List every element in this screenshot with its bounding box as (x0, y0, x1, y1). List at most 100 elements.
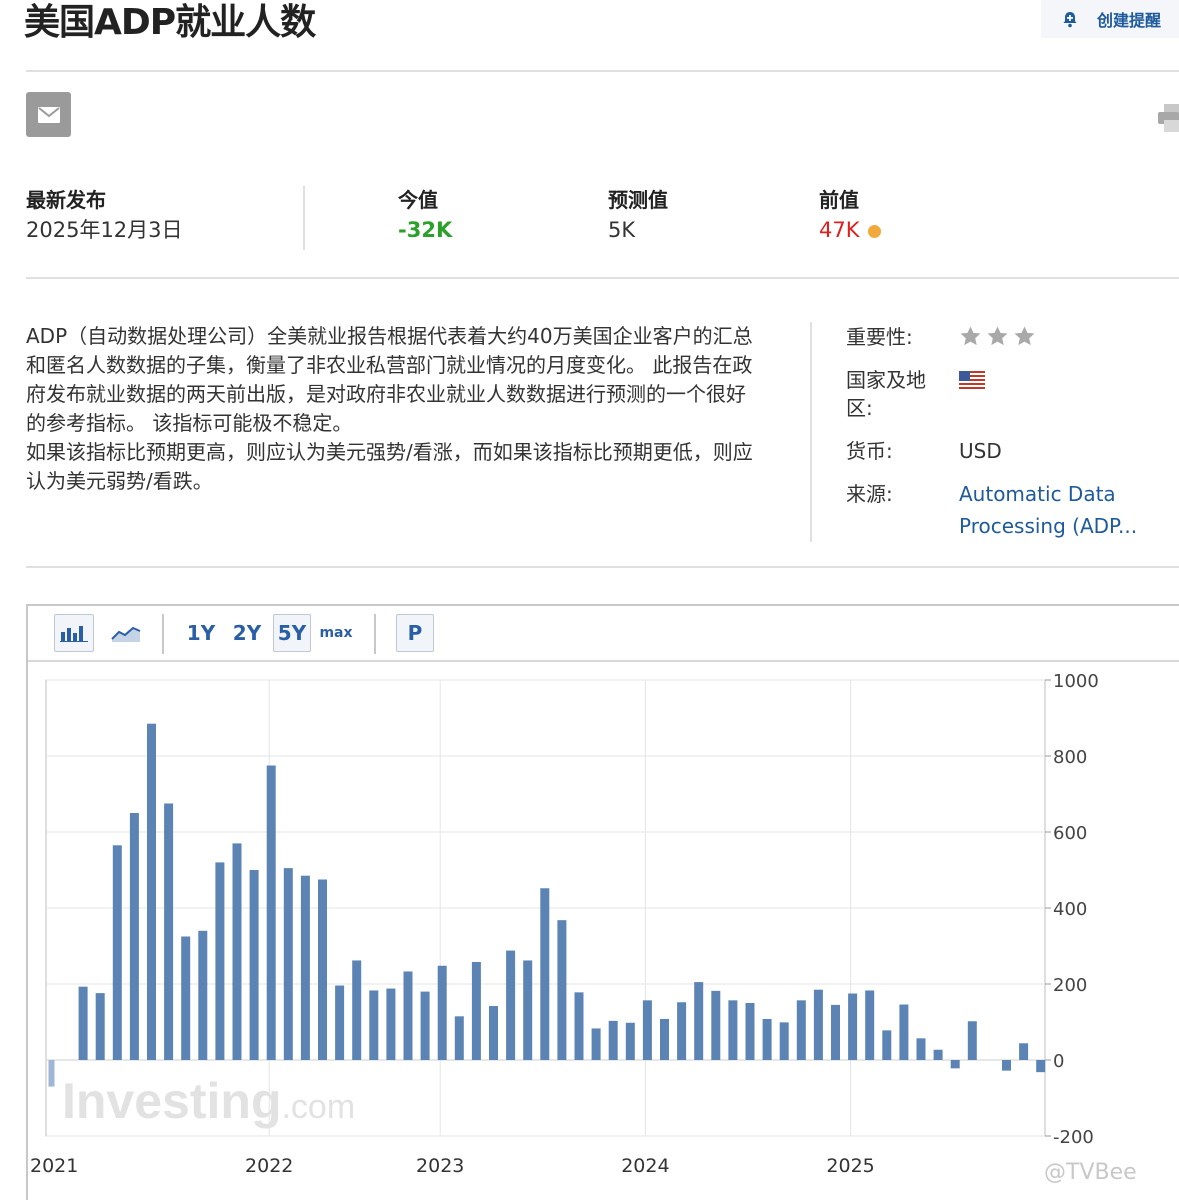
bar (318, 879, 327, 1060)
bar (420, 991, 430, 1060)
bar (642, 1000, 652, 1060)
divider (26, 277, 1179, 279)
mail-icon (37, 106, 60, 123)
divider (26, 70, 1179, 72)
bar (266, 765, 276, 1060)
bar (1019, 1043, 1029, 1060)
y-tick-label: 0 (1053, 1051, 1064, 1072)
previous-label: 前值 (819, 188, 859, 212)
us-flag-icon (959, 371, 985, 389)
bar (215, 862, 225, 1060)
y-tick-label: 1000 (1053, 671, 1099, 692)
bar (694, 982, 704, 1060)
star-icon (1014, 326, 1035, 346)
bar (540, 888, 550, 1060)
email-button[interactable] (26, 92, 71, 137)
bar (78, 986, 88, 1060)
bar (164, 803, 174, 1060)
divider (26, 566, 1179, 568)
x-tick-label: 2023 (416, 1155, 464, 1177)
bar (865, 990, 875, 1060)
bar (283, 868, 293, 1060)
previous-stat: 前值 47K (819, 186, 881, 246)
latest-release-date: 2025年12月3日 (26, 218, 183, 242)
x-tick-label: 2024 (621, 1155, 669, 1177)
description-paragraph: ADP（自动数据处理公司）全美就业报告根据代表着大约40万美国企业客户的汇总和匿… (26, 324, 753, 435)
star-icon (960, 326, 981, 346)
currency-value: USD (959, 439, 1002, 463)
bar (625, 1022, 635, 1060)
bar (386, 988, 396, 1060)
bar (916, 1038, 926, 1060)
bar (437, 965, 447, 1060)
bar (660, 1018, 669, 1060)
forecast-label: 预测值 (608, 188, 668, 212)
bar (1002, 1060, 1011, 1071)
bar (831, 1004, 840, 1060)
description-paragraph: 如果该指标比预期更高，则应认为美元强势/看涨，而如果该指标比预期更低，则应认为美… (26, 440, 753, 493)
source-link[interactable]: Processing (ADP... (959, 510, 1137, 542)
y-tick-label: 200 (1053, 975, 1087, 996)
bar (677, 1002, 687, 1060)
bar (745, 1003, 755, 1060)
bar (249, 870, 259, 1060)
bar (523, 960, 533, 1060)
chart-panel: 1Y 2Y 5Y max P 1000 800 600 400 200 0 -200 2021… (26, 604, 1179, 1200)
bar (352, 960, 362, 1060)
revision-dot-icon (867, 224, 881, 238)
bar (950, 1060, 960, 1069)
y-tick-label: 400 (1053, 899, 1087, 920)
source-label: 来源: (846, 482, 893, 506)
bar (112, 845, 122, 1060)
bar (95, 993, 105, 1060)
bar (882, 1030, 892, 1060)
bar (198, 930, 208, 1060)
bar (369, 990, 379, 1060)
star-icon (987, 326, 1008, 346)
bar (608, 1020, 618, 1060)
previous-value: 47K (819, 218, 860, 242)
forecast-value: 5K (608, 218, 636, 242)
print-icon[interactable] (1158, 104, 1179, 132)
create-alert-label: 创建提醒 (1097, 11, 1162, 30)
source-link[interactable]: Automatic Data (959, 478, 1116, 510)
bar (1036, 1060, 1046, 1073)
actual-label: 今值 (398, 188, 438, 212)
bar (403, 971, 413, 1060)
bell-icon (1063, 12, 1077, 28)
bar (779, 1022, 789, 1060)
stats-divider (303, 186, 305, 250)
bar (728, 1000, 738, 1060)
bar (471, 961, 481, 1060)
bar (933, 1049, 943, 1060)
create-alert-button[interactable]: 创建提醒 (1041, 0, 1179, 38)
bar (335, 985, 345, 1060)
y-tick-label: -200 (1053, 1127, 1094, 1148)
actual-value: -32K (398, 218, 453, 242)
bar (181, 936, 191, 1060)
x-tick-label: 2022 (245, 1155, 293, 1177)
x-tick-label: 2021 (30, 1155, 78, 1177)
importance-stars (959, 325, 1040, 357)
bar (711, 990, 721, 1060)
bar (129, 813, 139, 1060)
y-tick-label: 800 (1053, 747, 1087, 768)
importance-label: 重要性: (846, 325, 913, 349)
currency-label: 货币: (846, 439, 893, 463)
bar-chart: 1000 800 600 400 200 0 -200 2021 2022 2023 2024 202… (30, 671, 1099, 1177)
bar (591, 1028, 601, 1060)
forecast-stat: 预测值 5K (608, 186, 668, 246)
bar (232, 843, 242, 1060)
bar (813, 989, 823, 1060)
x-tick-label: 2025 (826, 1155, 874, 1177)
bar (506, 950, 516, 1060)
bar (147, 723, 156, 1060)
bar (762, 1018, 772, 1060)
bar (48, 1060, 55, 1087)
description: ADP（自动数据处理公司）全美就业报告根据代表着大约40万美国企业客户的汇总和匿… (26, 322, 756, 496)
bar (557, 920, 567, 1060)
latest-release: 最新发布 2025年12月3日 (26, 186, 183, 246)
watermark: @TVBee (1044, 1160, 1137, 1185)
page-title: 美国ADP就业人数 (24, 2, 316, 43)
bar (300, 875, 310, 1060)
